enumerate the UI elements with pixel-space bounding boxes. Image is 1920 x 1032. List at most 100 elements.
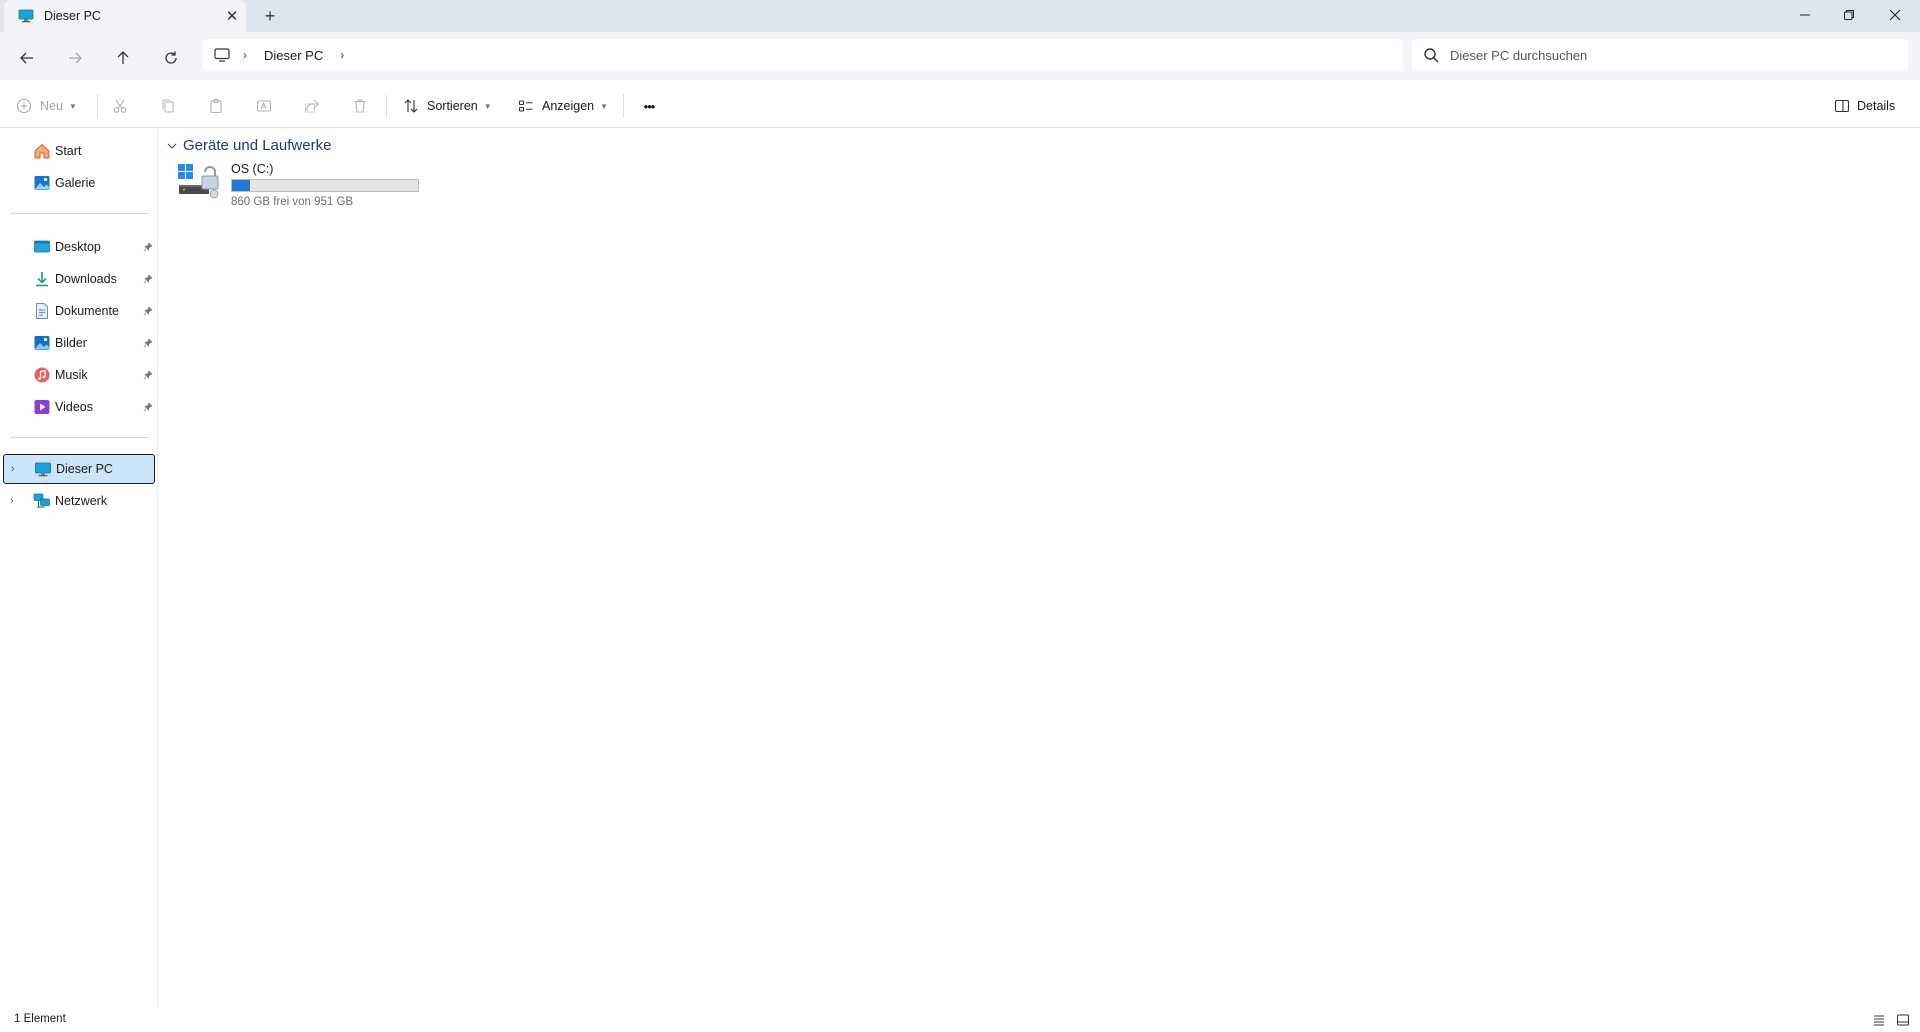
sidebar-item-downloads[interactable]: Downloads: [3, 264, 155, 294]
sort-icon: [404, 99, 418, 113]
desktop-folder-icon: [34, 240, 50, 253]
pictures-folder-icon: [34, 336, 50, 350]
new-button[interactable]: Neu ▼: [16, 90, 77, 122]
chevron-right-icon[interactable]: ›: [10, 495, 20, 507]
sidebar-item-label: Videos: [55, 400, 93, 414]
group-title: Geräte und Laufwerke: [183, 137, 332, 154]
back-button[interactable]: [11, 42, 43, 74]
share-button[interactable]: [304, 90, 320, 122]
new-tab-button[interactable]: +: [256, 3, 284, 29]
this-pc-icon: [35, 462, 51, 477]
minimize-button[interactable]: [1782, 0, 1828, 30]
gallery-icon: [34, 176, 50, 190]
tiles-view-button[interactable]: [1894, 1011, 1912, 1029]
tab-dieser-pc[interactable]: Dieser PC ✕: [4, 0, 246, 32]
drive-usage-fill: [232, 180, 250, 191]
pin-icon[interactable]: [143, 242, 153, 252]
arrow-right-icon: [69, 52, 82, 64]
drive-name: OS (C:): [231, 162, 274, 176]
new-label: Neu: [40, 99, 63, 113]
sidebar-item-musik[interactable]: Musik: [3, 360, 155, 390]
sidebar-item-netzwerk[interactable]: › Netzwerk: [3, 486, 155, 516]
title-bar: Dieser PC ✕ +: [0, 0, 1920, 32]
search-icon: [1424, 48, 1439, 63]
chevron-down-icon[interactable]: [165, 140, 179, 152]
music-folder-icon: [34, 367, 50, 383]
details-view-button[interactable]: [1870, 1011, 1888, 1029]
breadcrumb-chevron-icon[interactable]: ›: [243, 48, 247, 62]
copy-button[interactable]: [160, 90, 176, 122]
plus-circle-icon: [16, 98, 32, 114]
trash-icon: [354, 99, 366, 113]
tab-label: Dieser PC: [44, 9, 101, 23]
refresh-button[interactable]: [155, 42, 187, 74]
sidebar-item-label: Dokumente: [55, 304, 119, 318]
search-input[interactable]: [1450, 47, 1890, 63]
rename-button[interactable]: [256, 90, 272, 122]
forward-button[interactable]: [59, 42, 91, 74]
breadcrumb-chevron-icon[interactable]: ›: [340, 48, 344, 62]
address-bar[interactable]: › Dieser PC ›: [203, 39, 1403, 71]
cut-button[interactable]: [112, 90, 128, 122]
pin-icon[interactable]: [143, 306, 153, 316]
sidebar-item-start[interactable]: Start: [3, 136, 155, 166]
sort-button[interactable]: Sortieren ▼: [403, 90, 492, 122]
divider: [97, 94, 98, 118]
sidebar-item-label: Dieser PC: [56, 462, 113, 476]
pin-icon[interactable]: [143, 274, 153, 284]
chevron-down-icon: ▼: [600, 101, 609, 111]
arrow-left-icon: [20, 52, 33, 64]
videos-folder-icon: [34, 400, 50, 414]
sidebar-item-dieser-pc[interactable]: › Dieser PC: [3, 454, 155, 484]
up-button[interactable]: [107, 42, 139, 74]
divider: [10, 213, 148, 214]
command-bar: Neu ▼ Sortieren ▼ Anzeigen ▼ ••• Details: [0, 80, 1920, 128]
paste-button[interactable]: [208, 90, 224, 122]
sidebar-item-label: Start: [55, 144, 82, 158]
chevron-down-icon: ▼: [68, 101, 77, 111]
drive-item-os-c[interactable]: OS (C:) 860 GB frei von 951 GB: [177, 162, 423, 210]
documents-folder-icon: [36, 303, 48, 319]
pin-icon[interactable]: [143, 402, 153, 412]
drive-free-space: 860 GB frei von 951 GB: [231, 196, 354, 208]
close-icon: [1889, 9, 1901, 21]
tiles-view-icon: [1897, 1014, 1909, 1026]
sidebar-item-dokumente[interactable]: Dokumente: [3, 296, 155, 326]
chevron-right-icon[interactable]: ›: [11, 463, 21, 475]
sidebar-item-bilder[interactable]: Bilder: [3, 328, 155, 358]
this-pc-icon: [18, 9, 34, 23]
navigation-pane: Start Galerie Desktop Downloads Dokument…: [0, 129, 158, 1007]
share-icon: [304, 99, 320, 113]
sidebar-item-desktop[interactable]: Desktop: [3, 232, 155, 262]
downloads-folder-icon: [36, 272, 48, 287]
hard-drive-icon: [178, 164, 219, 199]
sidebar-item-label: Galerie: [55, 176, 96, 190]
status-bar: 1 Element: [0, 1007, 1920, 1032]
search-box[interactable]: [1412, 39, 1908, 71]
view-button[interactable]: Anzeigen ▼: [518, 90, 608, 122]
pin-icon[interactable]: [143, 370, 153, 380]
details-label: Details: [1857, 99, 1896, 113]
tab-close-icon[interactable]: ✕: [218, 2, 246, 30]
pin-icon[interactable]: [143, 338, 153, 348]
copy-icon: [162, 99, 174, 113]
clipboard-icon: [210, 98, 222, 114]
sidebar-item-label: Bilder: [55, 336, 87, 350]
group-header-devices[interactable]: Geräte und Laufwerke: [165, 137, 331, 154]
sidebar-item-galerie[interactable]: Galerie: [3, 168, 155, 198]
sort-label: Sortieren: [427, 99, 478, 113]
delete-button[interactable]: [352, 90, 368, 122]
more-options-button[interactable]: •••: [636, 90, 662, 122]
sidebar-item-videos[interactable]: Videos: [3, 392, 155, 422]
refresh-icon: [165, 51, 177, 64]
sidebar-item-label: Musik: [55, 368, 88, 382]
details-pane-icon: [1834, 99, 1850, 113]
item-count: 1 Element: [14, 1013, 66, 1025]
close-window-button[interactable]: [1872, 0, 1918, 30]
details-button[interactable]: Details: [1834, 90, 1895, 122]
breadcrumb-item[interactable]: Dieser PC: [264, 48, 323, 63]
address-row: › Dieser PC ›: [0, 32, 1920, 80]
restore-button[interactable]: [1826, 0, 1872, 30]
drive-usage-bar: [231, 179, 419, 192]
network-icon: [33, 493, 50, 509]
